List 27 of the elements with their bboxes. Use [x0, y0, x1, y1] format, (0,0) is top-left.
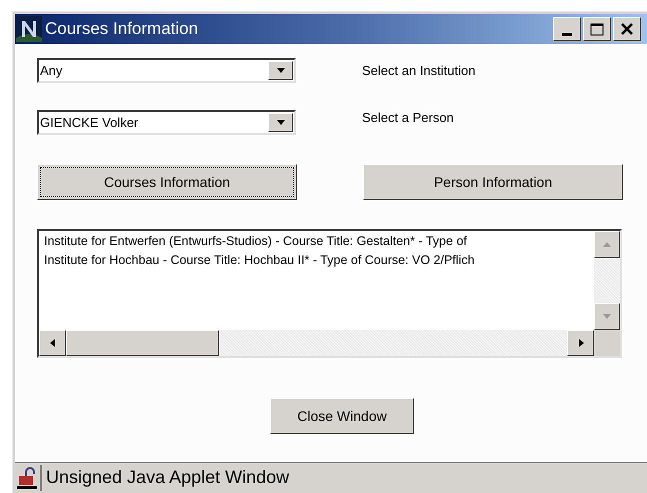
minimize-button[interactable] [553, 17, 581, 41]
scroll-down-icon [602, 312, 612, 322]
action-button[interactable]: Courses Information [37, 164, 297, 200]
dropdown[interactable]: GIENCKE Volker [37, 110, 296, 135]
dropdown[interactable]: Any [37, 58, 296, 83]
vertical-scrollbar[interactable] [594, 231, 620, 330]
field-label: Select an Institution [362, 62, 476, 80]
minimize-icon [562, 33, 572, 36]
dropdown-arrow-icon [276, 66, 286, 76]
close-icon [621, 23, 633, 35]
list-row[interactable]: Institute for Entwerfen (Entwurfs-Studios) - Course Title: Gestalten* - Type of [44, 232, 594, 251]
horizontal-scrollbar[interactable] [39, 330, 594, 356]
close-button[interactable] [613, 17, 641, 41]
lock-icon [17, 466, 37, 488]
maximize-icon [590, 22, 604, 36]
status-text: Unsigned Java Applet Window [46, 466, 290, 489]
scroll-left-icon [48, 338, 58, 348]
field-label: Select a Person [362, 108, 454, 127]
window-title: Courses Information [45, 18, 198, 40]
scrollbar-corner [594, 330, 620, 356]
logo-icon [16, 16, 42, 42]
scroll-up-icon [602, 240, 612, 250]
close-window-button[interactable]: Close Window [270, 398, 414, 434]
dropdown-arrow-icon [276, 118, 286, 128]
maximize-button[interactable] [583, 17, 611, 41]
action-button[interactable]: Person Information [363, 164, 623, 200]
list-row[interactable]: Institute for Hochbau - Course Title: Hochbau II* - Type of Course: VO 2/Pflich [44, 251, 594, 270]
